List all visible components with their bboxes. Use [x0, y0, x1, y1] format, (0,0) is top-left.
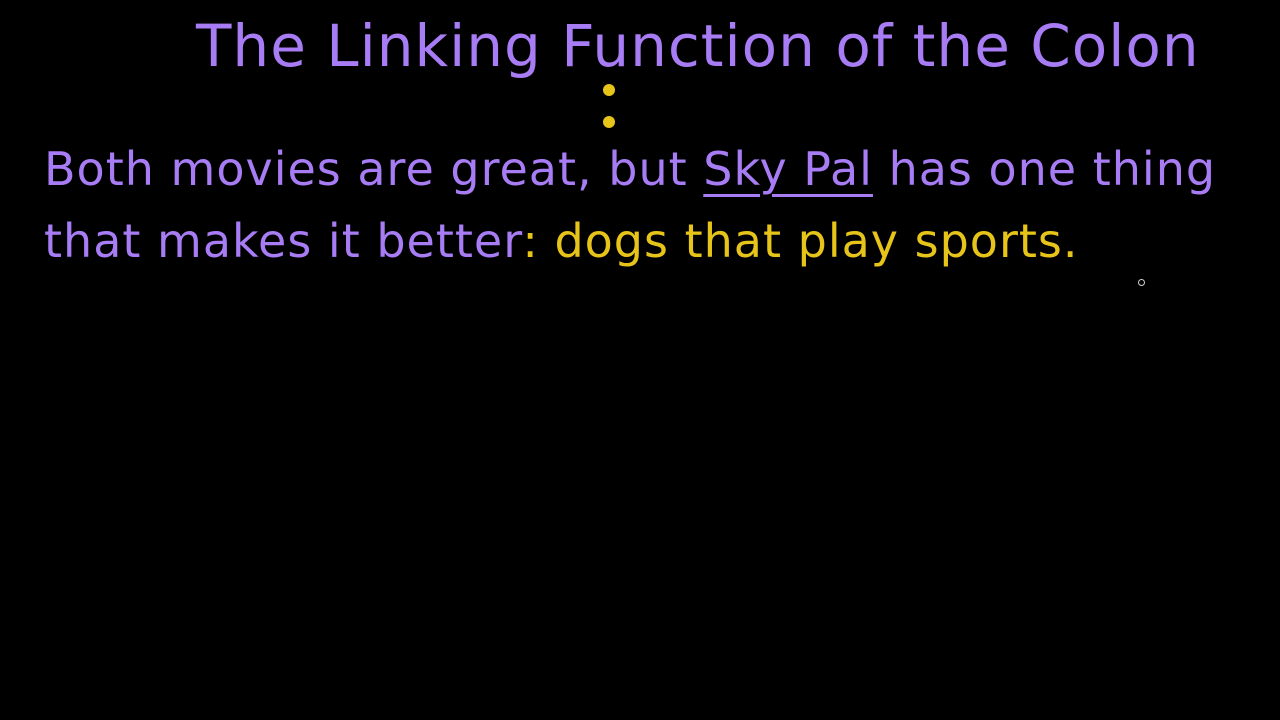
pen-cursor-icon [1138, 279, 1145, 286]
sentence-opening: Both movies are great, but [44, 142, 704, 196]
sentence-colon: : [522, 214, 539, 268]
movie-title-underlined: Sky Pal [703, 142, 873, 196]
lesson-title: The Linking Function of the Colon [196, 12, 1200, 80]
example-sentence-line-1: Both movies are great, but Sky Pal has o… [44, 142, 1216, 196]
blackboard: The Linking Function of the Colon Both m… [0, 0, 1280, 720]
example-sentence-line-2: that makes it better: dogs that play spo… [44, 214, 1079, 268]
colon-top-dot [603, 84, 615, 96]
sentence-continuation: has one thing [872, 142, 1217, 196]
colon-bottom-dot [603, 116, 615, 128]
colon-explanation: dogs that play sports. [538, 214, 1079, 268]
colon-symbol [601, 84, 617, 132]
independent-clause-end: that makes it better [44, 214, 523, 268]
